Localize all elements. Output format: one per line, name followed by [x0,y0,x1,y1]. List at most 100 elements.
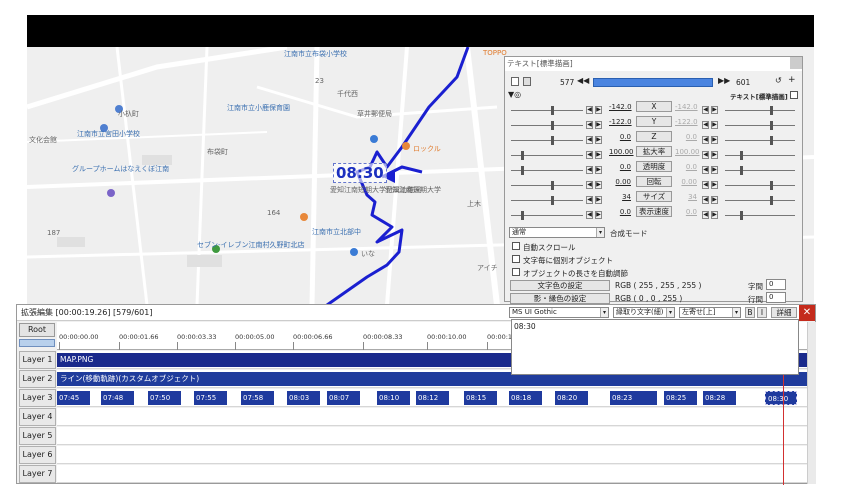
param-alpha-button[interactable]: 透明度 [636,161,672,172]
arrow-left-icon[interactable]: ◀ [586,106,593,114]
param-scale-right-value[interactable]: 100.00 [675,148,700,156]
arrow-right-icon[interactable]: ▶ [595,151,602,159]
param-z-left-value[interactable]: 0.0 [609,133,631,141]
layer-row-7[interactable] [57,465,807,483]
text-clip[interactable]: 07:58 [241,391,275,405]
prev-frame-button[interactable]: ◀◀ [577,76,589,85]
layer-row-4[interactable] [57,408,807,426]
slider-track-left[interactable] [511,110,583,111]
arrow-right-icon[interactable]: ▶ [711,136,718,144]
layer-label-7[interactable]: Layer 7 [19,465,56,483]
layer-label-6[interactable]: Layer 6 [19,446,56,464]
param-size-right-value[interactable]: 34 [675,193,697,201]
param-scale-button[interactable]: 拡大率 [636,146,672,157]
zoom-bar[interactable] [19,339,55,347]
slider-track-left[interactable] [511,200,583,201]
slider-track-right[interactable] [725,170,795,171]
slider-knob-left[interactable] [551,106,554,115]
slider-knob-right[interactable] [770,136,773,145]
arrow-left-icon[interactable]: ◀ [586,211,593,219]
param-y-button[interactable]: Y [636,116,672,127]
slider-knob-right[interactable] [740,211,743,220]
arrow-left-icon[interactable]: ◀ [702,211,709,219]
text-clip[interactable]: 08:15 [464,391,498,405]
slider-knob-right[interactable] [770,106,773,115]
arrow-right-icon[interactable]: ▶ [711,166,718,174]
spacing-input[interactable]: 0 [766,279,786,290]
text-clip-selected[interactable]: 08:30 [765,391,797,405]
slider-track-right[interactable] [725,110,795,111]
lock-icon[interactable]: ↺ [775,76,782,85]
slider-track-right[interactable] [725,155,795,156]
slider-knob-right[interactable] [740,151,743,160]
arrow-left-icon[interactable]: ◀ [702,151,709,159]
text-clip[interactable]: 08:03 [287,391,321,405]
arrow-right-icon[interactable]: ▶ [711,196,718,204]
arrow-right-icon[interactable]: ▶ [711,106,718,114]
arrow-right-icon[interactable]: ▶ [711,121,718,129]
text-clip[interactable]: 07:50 [148,391,182,405]
shadow-color-button[interactable]: 影・縁色の設定 [510,293,610,304]
slider-knob-left[interactable] [521,166,524,175]
arrow-left-icon[interactable]: ◀ [702,136,709,144]
film-icon[interactable] [511,77,519,86]
vertical-scrollbar[interactable] [807,322,816,484]
param-alpha-left-value[interactable]: 0.0 [609,163,631,171]
arrow-right-icon[interactable]: ▶ [595,211,602,219]
layer-row-3[interactable]: 07:45 07:48 07:50 07:55 07:58 08:03 08:0… [57,389,807,407]
per-char-checkbox[interactable] [512,255,520,263]
slider-knob-left[interactable] [551,136,554,145]
layer-row-6[interactable] [57,446,807,464]
text-clip[interactable]: 08:20 [555,391,589,405]
param-rotate-button[interactable]: 回転 [636,176,672,187]
detail-button[interactable]: 詳細 [771,307,797,318]
param-y-right-value[interactable]: -122.0 [675,118,698,126]
slider-track-right[interactable] [725,215,795,216]
arrow-right-icon[interactable]: ▶ [595,106,602,114]
param-scale-left-value[interactable]: 100.00 [609,148,634,156]
param-size-left-value[interactable]: 34 [609,193,631,201]
param-x-right-value[interactable]: -142.0 [675,103,698,111]
slider-track-left[interactable] [511,185,583,186]
slider-knob-left[interactable] [551,121,554,130]
italic-button[interactable]: I [757,307,767,318]
text-clip[interactable]: 08:28 [703,391,737,405]
frame-slider[interactable] [593,78,713,87]
param-y-left-value[interactable]: -122.0 [609,118,632,126]
slider-knob-left[interactable] [551,196,554,205]
blend-mode-select[interactable]: 通常 ▾ [509,227,605,238]
arrow-right-icon[interactable]: ▶ [711,151,718,159]
map-time-text[interactable]: 08:30 [333,163,387,183]
slider-track-right[interactable] [725,140,795,141]
param-z-right-value[interactable]: 0.0 [675,133,697,141]
param-x-left-value[interactable]: -142.0 [609,103,632,111]
arrow-left-icon[interactable]: ◀ [586,151,593,159]
next-frame-button[interactable]: ▶▶ [718,76,730,85]
layer-label-4[interactable]: Layer 4 [19,408,56,426]
align-select[interactable]: 左寄せ[上] ▾ [679,307,741,318]
arrow-left-icon[interactable]: ◀ [586,181,593,189]
text-input[interactable]: 08:30 [511,319,799,375]
arrow-left-icon[interactable]: ◀ [586,136,593,144]
slider-knob-right[interactable] [740,166,743,175]
enable-checkbox[interactable] [790,91,798,99]
text-clip[interactable]: 08:10 [377,391,411,405]
arrow-right-icon[interactable]: ▶ [711,211,718,219]
param-speed-button[interactable]: 表示速度 [636,206,672,217]
slider-knob-right[interactable] [770,121,773,130]
param-speed-right-value[interactable]: 0.0 [675,208,697,216]
auto-scroll-checkbox[interactable] [512,242,520,250]
outline-select[interactable]: 縁取り文字(細) ▾ [613,307,675,318]
text-clip[interactable]: 08:18 [509,391,543,405]
slider-track-left[interactable] [511,140,583,141]
arrow-right-icon[interactable]: ▶ [711,181,718,189]
auto-length-checkbox[interactable] [512,268,520,276]
arrow-left-icon[interactable]: ◀ [702,196,709,204]
arrow-right-icon[interactable]: ▶ [595,121,602,129]
layer-label-5[interactable]: Layer 5 [19,427,56,445]
arrow-left-icon[interactable]: ◀ [702,181,709,189]
arrow-left-icon[interactable]: ◀ [586,166,593,174]
slider-track-left[interactable] [511,125,583,126]
slider-knob-right[interactable] [770,196,773,205]
arrow-left-icon[interactable]: ◀ [586,196,593,204]
